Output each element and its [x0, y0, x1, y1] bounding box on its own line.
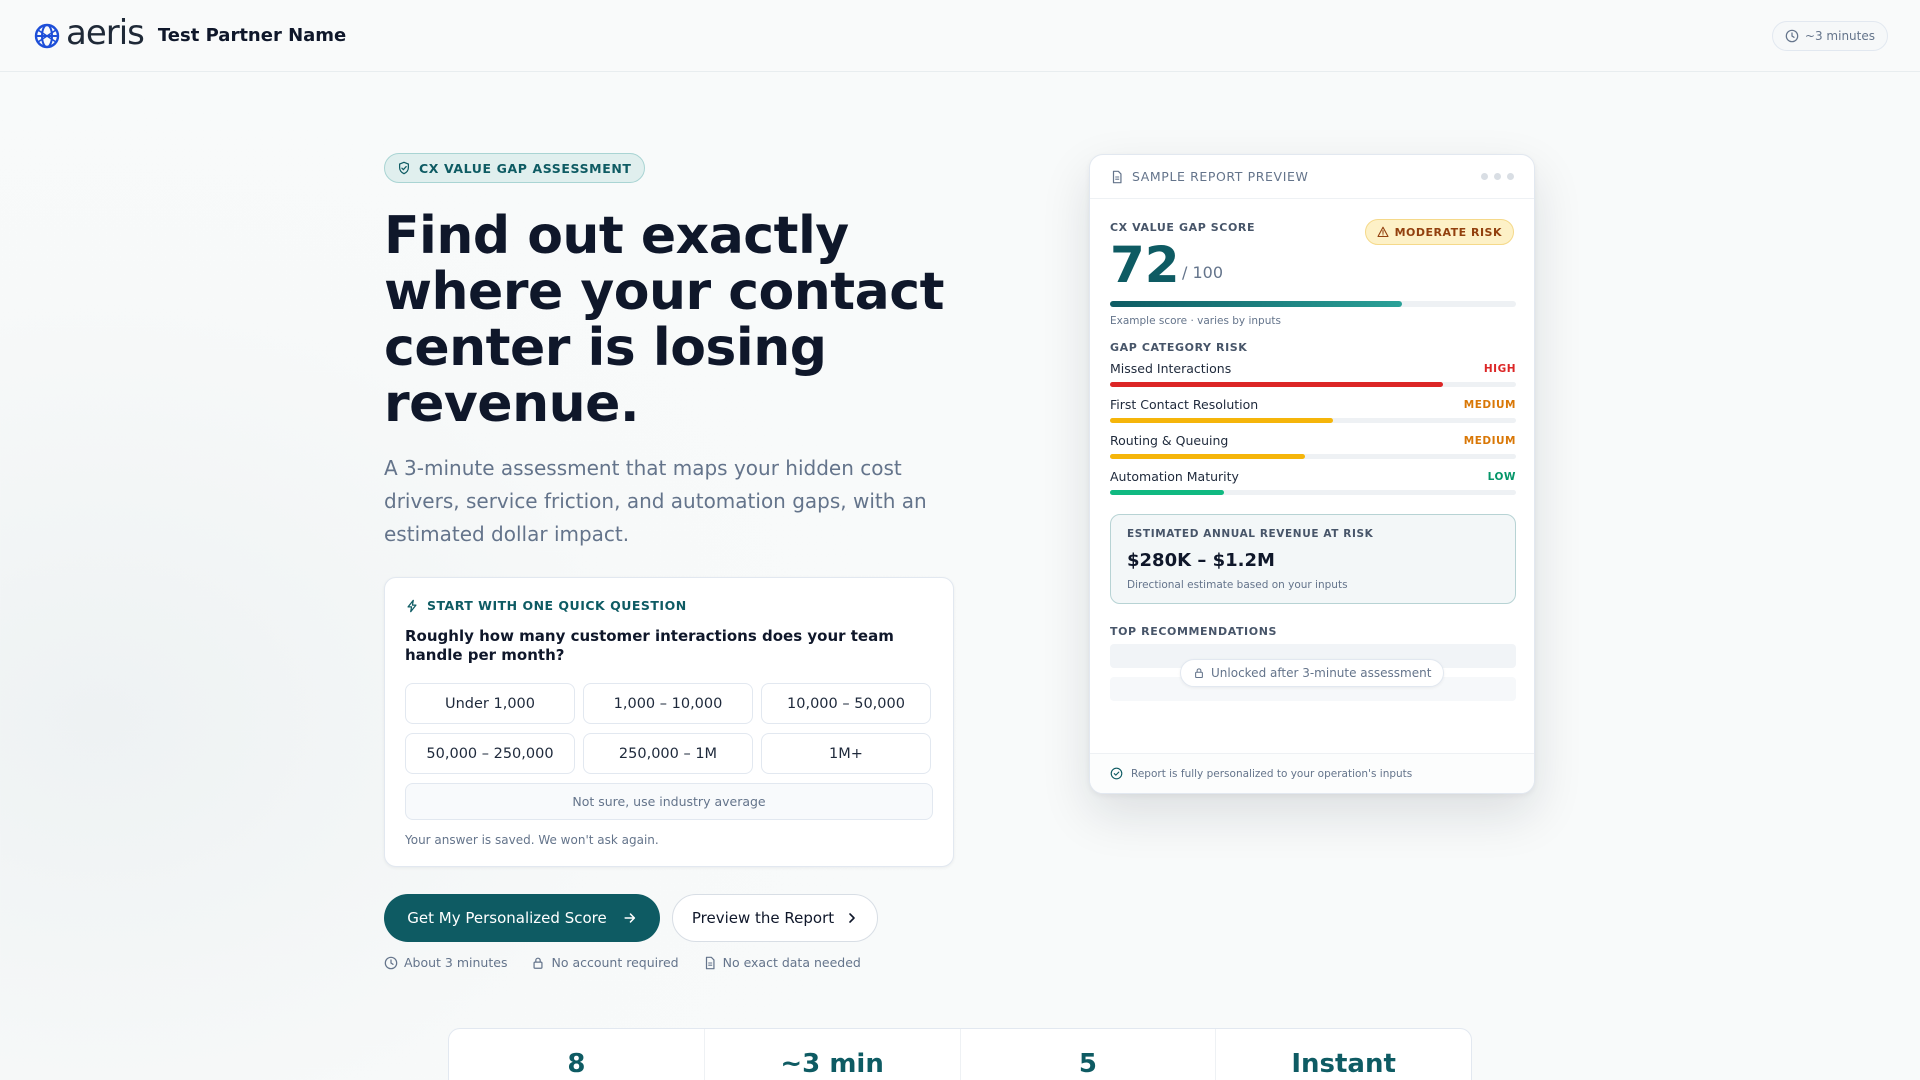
stat-value: Instant — [1291, 1049, 1396, 1079]
stat-item: ~3 min — [705, 1029, 961, 1080]
stat-item: 8 — [449, 1029, 705, 1080]
revenue-label: ESTIMATED ANNUAL REVENUE AT RISK — [1127, 528, 1374, 540]
sample-report-footer: Report is fully personalized to your ope… — [1090, 753, 1534, 793]
document-icon — [705, 956, 715, 969]
risk-badge: MODERATE RISK — [1364, 219, 1514, 245]
gap-level: MEDIUM — [1463, 435, 1516, 447]
sample-report-title: SAMPLE REPORT PREVIEW — [1132, 169, 1309, 184]
assessment-badge: CX VALUE GAP ASSESSMENT — [384, 153, 645, 183]
option-1000-10000[interactable]: 1,000 – 10,000 — [583, 683, 753, 724]
option-not-sure[interactable]: Not sure, use industry average — [405, 783, 933, 820]
get-score-label: Get My Personalized Score — [407, 909, 607, 927]
footer-text: Report is fully personalized to your ope… — [1131, 767, 1413, 780]
time-estimate-pill: ~3 minutes — [1771, 21, 1888, 51]
option-50000-250000[interactable]: 50,000 – 250,000 — [405, 733, 575, 774]
get-score-button[interactable]: Get My Personalized Score — [384, 894, 660, 942]
gap-level: LOW — [1487, 471, 1516, 483]
lock-icon — [1195, 668, 1203, 679]
volume-options: Under 1,000 1,000 – 10,000 10,000 – 50,0… — [405, 683, 933, 774]
score-bar-track — [1110, 301, 1516, 307]
stat-value: 5 — [1078, 1049, 1097, 1079]
option-1m-plus[interactable]: 1M+ — [761, 733, 931, 774]
revenue-at-risk-box: ESTIMATED ANNUAL REVENUE AT RISK $280K –… — [1110, 514, 1516, 604]
gap-level: HIGH — [1483, 363, 1516, 375]
score-max: / 100 — [1182, 263, 1224, 282]
partner-name: Test Partner Name — [157, 25, 347, 46]
gap-name: First Contact Resolution — [1110, 397, 1259, 412]
gap-bar-fill — [1110, 490, 1224, 495]
gap-name: Missed Interactions — [1110, 361, 1232, 376]
assessment-badge-label: CX VALUE GAP ASSESSMENT — [419, 160, 632, 176]
option-250000-1m[interactable]: 250,000 – 1M — [583, 733, 753, 774]
gap-bar-track — [1110, 418, 1516, 423]
gap-bar-track — [1110, 454, 1516, 459]
shield-check-icon — [399, 161, 409, 175]
gap-row: Routing & Queuing MEDIUM — [1110, 433, 1516, 459]
stat-value: 8 — [567, 1049, 586, 1079]
score-value: 72 — [1110, 236, 1180, 294]
hero-subtitle: A 3-minute assessment that maps your hid… — [384, 456, 927, 546]
lightning-icon — [407, 599, 417, 612]
arrow-right-icon — [624, 913, 635, 923]
sample-report-header: SAMPLE REPORT PREVIEW — [1090, 155, 1534, 199]
option-10000-50000[interactable]: 10,000 – 50,000 — [761, 683, 931, 724]
option-under-1000[interactable]: Under 1,000 — [405, 683, 575, 724]
stat-item: 5 — [961, 1029, 1217, 1080]
score-note: Example score · varies by inputs — [1110, 315, 1281, 327]
warning-icon — [1377, 226, 1389, 238]
risk-badge-label: MODERATE RISK — [1394, 225, 1502, 239]
stats-strip: 8 ~3 min 5 Instant — [448, 1028, 1472, 1080]
hero-title: Find out exactly where your contact cent… — [384, 206, 944, 434]
lock-icon — [533, 957, 544, 969]
stat-value: ~3 min — [780, 1049, 884, 1079]
question-kicker-label: START WITH ONE QUICK QUESTION — [427, 598, 687, 613]
gap-bar-fill — [1110, 454, 1305, 459]
gap-category-label: GAP CATEGORY RISK — [1110, 341, 1248, 354]
reassurance-data: No exact data needed — [703, 955, 861, 970]
reassurance-account: No account required — [531, 955, 679, 970]
stat-item: Instant — [1216, 1029, 1471, 1080]
gap-name: Routing & Queuing — [1110, 433, 1229, 448]
gap-bar-track — [1110, 490, 1516, 495]
quick-question-card: START WITH ONE QUICK QUESTION Roughly ho… — [384, 577, 954, 867]
gap-bar-fill — [1110, 382, 1443, 387]
globe-logo-icon — [34, 23, 60, 48]
gap-bar-fill — [1110, 418, 1334, 423]
recommendations-label: TOP RECOMMENDATIONS — [1110, 625, 1278, 638]
question-kicker: START WITH ONE QUICK QUESTION — [405, 598, 933, 613]
gap-name: Automation Maturity — [1110, 469, 1239, 484]
clock-icon — [384, 956, 398, 969]
preview-report-button[interactable]: Preview the Report — [672, 894, 878, 942]
window-dots — [1481, 173, 1514, 180]
score-bar-fill — [1110, 301, 1403, 307]
sample-report-card: SAMPLE REPORT PREVIEW CX VALUE GAP SCORE… — [1089, 154, 1535, 794]
clock-icon — [1785, 29, 1799, 43]
reassurance-data-text: No exact data needed — [722, 955, 861, 970]
top-header: aeris Test Partner Name ~3 minutes — [0, 0, 1920, 72]
reassurance-account-text: No account required — [551, 955, 679, 970]
check-circle-icon — [1110, 767, 1123, 780]
gap-row: Automation Maturity LOW — [1110, 469, 1516, 495]
question-text: Roughly how many customer interactions d… — [405, 627, 894, 664]
reassurance-time-text: About 3 minutes — [404, 955, 508, 970]
aeris-logo[interactable]: aeris — [32, 16, 145, 51]
reassurance-list: About 3 minutes No account required No e… — [384, 955, 861, 970]
document-icon — [1112, 170, 1122, 183]
gap-bar-track — [1110, 382, 1516, 387]
revenue-value: $280K – $1.2M — [1127, 550, 1275, 571]
unlock-pill: Unlocked after 3-minute assessment — [1180, 659, 1445, 687]
chevron-right-icon — [849, 913, 855, 923]
time-estimate-text: ~3 minutes — [1804, 29, 1875, 43]
preview-report-label: Preview the Report — [691, 909, 835, 927]
gap-row: Missed Interactions HIGH — [1110, 361, 1516, 387]
answer-saved-note: Your answer is saved. We won't ask again… — [405, 833, 659, 847]
unlock-text: Unlocked after 3-minute assessment — [1211, 666, 1432, 680]
reassurance-time: About 3 minutes — [384, 955, 507, 970]
revenue-note: Directional estimate based on your input… — [1127, 579, 1348, 591]
gap-row: First Contact Resolution MEDIUM — [1110, 397, 1516, 423]
gap-level: MEDIUM — [1463, 399, 1516, 411]
logo-wordmark: aeris — [66, 12, 145, 53]
